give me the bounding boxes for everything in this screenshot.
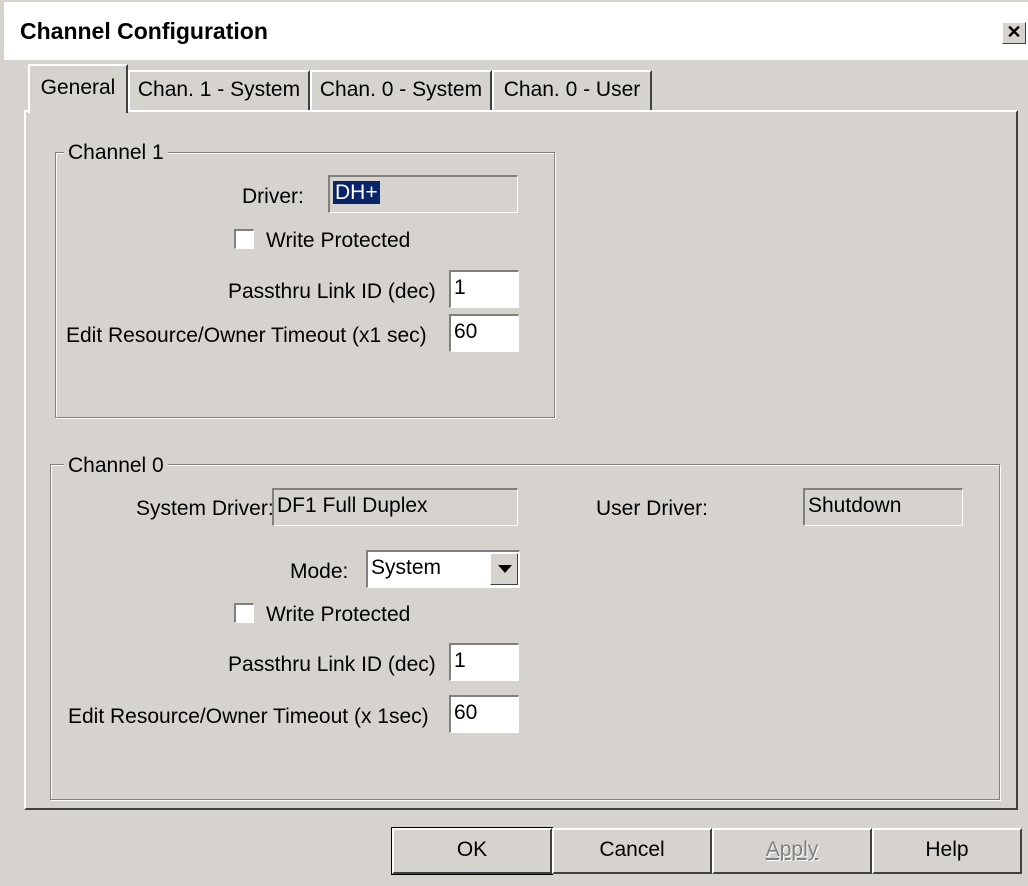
ok-button-label: OK [456,838,488,861]
channel1-passthru-input[interactable]: 1 [449,270,519,308]
close-icon: ✕ [1006,22,1022,42]
tab-chan0-system[interactable]: Chan. 0 - System [310,70,492,111]
chevron-down-icon[interactable] [490,553,518,585]
window-title: Channel Configuration [20,18,268,44]
channel0-system-driver-label: System Driver: [136,497,274,520]
channel0-mode-label: Mode: [290,560,349,583]
channel0-passthru-label: Passthru Link ID (dec) [228,653,436,676]
channel1-driver-label: Driver: [242,185,304,208]
channel1-driver-value: DH+ [333,181,380,204]
tab-chan0-user[interactable]: Chan. 0 - User [492,70,652,111]
channel0-user-driver-label: User Driver: [596,497,709,520]
channel0-passthru-value: 1 [454,649,466,672]
channel0-system-driver-field: DF1 Full Duplex [272,488,518,526]
channel1-timeout-label: Edit Resource/Owner Timeout (x1 sec) [66,324,427,347]
channel0-legend: Channel 0 [64,454,168,478]
channel1-legend: Channel 1 [64,141,168,165]
ok-button[interactable]: OK [391,827,553,875]
channel0-timeout-label: Edit Resource/Owner Timeout (x 1sec) [68,705,429,728]
channel1-driver-field: DH+ [328,175,518,213]
title-bar: Channel Configuration ✕ [4,2,1028,61]
channel0-write-protected-label: Write Protected [266,603,411,626]
tab-chan0-user-label: Chan. 0 - User [503,78,641,101]
channel1-passthru-value: 1 [454,276,466,299]
cancel-button[interactable]: Cancel [552,828,712,874]
apply-button: Apply [712,828,872,874]
channel0-system-driver-value: DF1 Full Duplex [277,494,428,517]
cancel-button-label: Cancel [599,838,665,861]
tab-chan0-system-label: Chan. 0 - System [319,78,483,101]
help-button[interactable]: Help [872,828,1022,874]
channel0-timeout-input[interactable]: 60 [449,695,519,733]
channel1-write-protected-label: Write Protected [266,229,411,252]
channel0-user-driver-value: Shutdown [808,494,902,517]
channel1-passthru-label: Passthru Link ID (dec) [228,280,436,303]
tab-general[interactable]: General [28,64,128,113]
channel0-timeout-value: 60 [454,701,478,724]
channel0-write-protected-checkbox[interactable] [234,603,254,623]
channel1-write-protected-checkbox[interactable] [234,229,254,249]
tab-general-label: General [40,76,116,99]
tab-chan1-system[interactable]: Chan. 1 - System [128,70,310,111]
close-button[interactable]: ✕ [1002,22,1026,44]
help-button-label: Help [925,838,969,861]
channel0-passthru-input[interactable]: 1 [449,643,519,681]
apply-button-label: Apply [765,838,819,861]
channel0-mode-select[interactable]: System [366,550,520,588]
channel1-timeout-input[interactable]: 60 [449,314,519,352]
channel0-user-driver-field: Shutdown [803,488,963,526]
channel1-timeout-value: 60 [454,320,478,343]
tab-chan1-system-label: Chan. 1 - System [137,78,301,101]
channel0-mode-value: System [371,556,442,579]
